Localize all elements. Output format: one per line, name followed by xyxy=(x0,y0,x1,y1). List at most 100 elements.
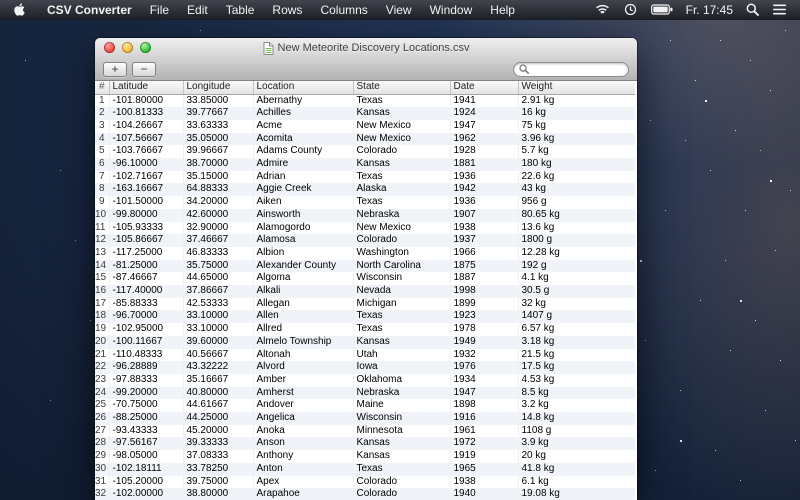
row-number-cell[interactable]: 5 xyxy=(95,145,109,158)
table-row[interactable]: 19-102.9500033.10000AllredTexas19786.57 … xyxy=(95,323,635,336)
zoom-button[interactable] xyxy=(140,42,151,53)
cell-location[interactable]: Ainsworth xyxy=(253,209,353,222)
cell-longitude[interactable]: 44.65000 xyxy=(183,272,253,285)
cell-latitude[interactable]: -93.43333 xyxy=(109,425,183,438)
add-row-button[interactable]: + xyxy=(103,62,127,77)
cell-date[interactable]: 1899 xyxy=(450,298,518,311)
cell-latitude[interactable]: -105.86667 xyxy=(109,234,183,247)
cell-location[interactable]: Aggie Creek xyxy=(253,183,353,196)
cell-state[interactable]: Texas xyxy=(353,94,450,107)
row-number-cell[interactable]: 18 xyxy=(95,310,109,323)
row-number-cell[interactable]: 9 xyxy=(95,196,109,209)
cell-weight[interactable]: 2.91 kg xyxy=(518,94,635,107)
cell-date[interactable]: 1976 xyxy=(450,361,518,374)
cell-date[interactable]: 1941 xyxy=(450,94,518,107)
column-header-date[interactable]: Date xyxy=(450,81,518,94)
table-row[interactable]: 26-88.2500044.25000AngelicaWisconsin1916… xyxy=(95,412,635,425)
row-number-cell[interactable]: 15 xyxy=(95,272,109,285)
cell-state[interactable]: Oklahoma xyxy=(353,374,450,387)
row-number-cell[interactable]: 2 xyxy=(95,107,109,120)
cell-location[interactable]: Allred xyxy=(253,323,353,336)
cell-date[interactable]: 1949 xyxy=(450,336,518,349)
cell-date[interactable]: 1972 xyxy=(450,437,518,450)
cell-state[interactable]: Wisconsin xyxy=(353,412,450,425)
row-number-cell[interactable]: 11 xyxy=(95,222,109,235)
row-number-cell[interactable]: 3 xyxy=(95,120,109,133)
row-number-cell[interactable]: 24 xyxy=(95,387,109,400)
table-row[interactable]: 24-99.2000040.80000AmherstNebraska19478.… xyxy=(95,387,635,400)
row-number-cell[interactable]: 14 xyxy=(95,260,109,273)
cell-weight[interactable]: 1800 g xyxy=(518,234,635,247)
cell-latitude[interactable]: -99.20000 xyxy=(109,387,183,400)
cell-latitude[interactable]: -70.75000 xyxy=(109,399,183,412)
cell-location[interactable]: Admire xyxy=(253,158,353,171)
menu-table[interactable]: Table xyxy=(217,0,264,20)
cell-date[interactable]: 1965 xyxy=(450,463,518,476)
cell-latitude[interactable]: -102.00000 xyxy=(109,488,183,500)
cell-location[interactable]: Anton xyxy=(253,463,353,476)
cell-weight[interactable]: 8.5 kg xyxy=(518,387,635,400)
cell-latitude[interactable]: -99.80000 xyxy=(109,209,183,222)
menu-rows[interactable]: Rows xyxy=(263,0,311,20)
cell-state[interactable]: New Mexico xyxy=(353,120,450,133)
cell-latitude[interactable]: -88.25000 xyxy=(109,412,183,425)
cell-latitude[interactable]: -163.16667 xyxy=(109,183,183,196)
cell-latitude[interactable]: -87.46667 xyxy=(109,272,183,285)
cell-longitude[interactable]: 37.46667 xyxy=(183,234,253,247)
cell-longitude[interactable]: 44.25000 xyxy=(183,412,253,425)
search-input[interactable] xyxy=(532,64,623,75)
cell-weight[interactable]: 12.28 kg xyxy=(518,247,635,260)
cell-date[interactable]: 1936 xyxy=(450,171,518,184)
cell-date[interactable]: 1947 xyxy=(450,120,518,133)
column-header-latitude[interactable]: Latitude xyxy=(109,81,183,94)
table-row[interactable]: 30-102.1811133.78250AntonTexas196541.8 k… xyxy=(95,463,635,476)
cell-latitude[interactable]: -102.18111 xyxy=(109,463,183,476)
time-machine-icon[interactable] xyxy=(617,3,644,16)
table-row[interactable]: 10-99.8000042.60000AinsworthNebraska1907… xyxy=(95,209,635,222)
cell-longitude[interactable]: 33.10000 xyxy=(183,310,253,323)
cell-latitude[interactable]: -96.10000 xyxy=(109,158,183,171)
cell-latitude[interactable]: -107.56667 xyxy=(109,133,183,146)
cell-longitude[interactable]: 44.61667 xyxy=(183,399,253,412)
row-number-cell[interactable]: 25 xyxy=(95,399,109,412)
cell-location[interactable]: Anoka xyxy=(253,425,353,438)
cell-date[interactable]: 1947 xyxy=(450,387,518,400)
table-row[interactable]: 8-163.1666764.88333Aggie CreekAlaska1942… xyxy=(95,183,635,196)
cell-latitude[interactable]: -101.50000 xyxy=(109,196,183,209)
cell-latitude[interactable]: -100.11667 xyxy=(109,336,183,349)
cell-longitude[interactable]: 40.56667 xyxy=(183,349,253,362)
cell-latitude[interactable]: -117.25000 xyxy=(109,247,183,260)
cell-longitude[interactable]: 39.60000 xyxy=(183,336,253,349)
table-row[interactable]: 27-93.4333345.20000AnokaMinnesota1961110… xyxy=(95,425,635,438)
notification-center-icon[interactable] xyxy=(766,4,793,15)
search-field[interactable] xyxy=(513,62,629,77)
cell-weight[interactable]: 3.2 kg xyxy=(518,399,635,412)
cell-weight[interactable]: 30.5 g xyxy=(518,285,635,298)
column-header-num[interactable]: # xyxy=(95,81,109,94)
cell-latitude[interactable]: -110.48333 xyxy=(109,349,183,362)
table-row[interactable]: 25-70.7500044.61667AndoverMaine18983.2 k… xyxy=(95,399,635,412)
cell-weight[interactable]: 19.08 kg xyxy=(518,488,635,500)
cell-date[interactable]: 1961 xyxy=(450,425,518,438)
cell-location[interactable]: Abernathy xyxy=(253,94,353,107)
cell-location[interactable]: Amherst xyxy=(253,387,353,400)
cell-location[interactable]: Andover xyxy=(253,399,353,412)
cell-weight[interactable]: 4.1 kg xyxy=(518,272,635,285)
cell-location[interactable]: Arapahoe xyxy=(253,488,353,500)
cell-weight[interactable]: 3.96 kg xyxy=(518,133,635,146)
menu-view[interactable]: View xyxy=(377,0,421,20)
cell-date[interactable]: 1923 xyxy=(450,310,518,323)
cell-location[interactable]: Algoma xyxy=(253,272,353,285)
table-row[interactable]: 21-110.4833340.56667AltonahUtah193221.5 … xyxy=(95,349,635,362)
cell-location[interactable]: Allegan xyxy=(253,298,353,311)
cell-date[interactable]: 1940 xyxy=(450,488,518,500)
table-row[interactable]: 14-81.2500035.75000Alexander CountyNorth… xyxy=(95,260,635,273)
cell-weight[interactable]: 43 kg xyxy=(518,183,635,196)
cell-weight[interactable]: 1407 g xyxy=(518,310,635,323)
cell-location[interactable]: Alamogordo xyxy=(253,222,353,235)
cell-latitude[interactable]: -81.25000 xyxy=(109,260,183,273)
cell-longitude[interactable]: 39.33333 xyxy=(183,437,253,450)
table-row[interactable]: 23-97.8833335.16667AmberOklahoma19344.53… xyxy=(95,374,635,387)
cell-weight[interactable]: 4.53 kg xyxy=(518,374,635,387)
cell-location[interactable]: Amber xyxy=(253,374,353,387)
